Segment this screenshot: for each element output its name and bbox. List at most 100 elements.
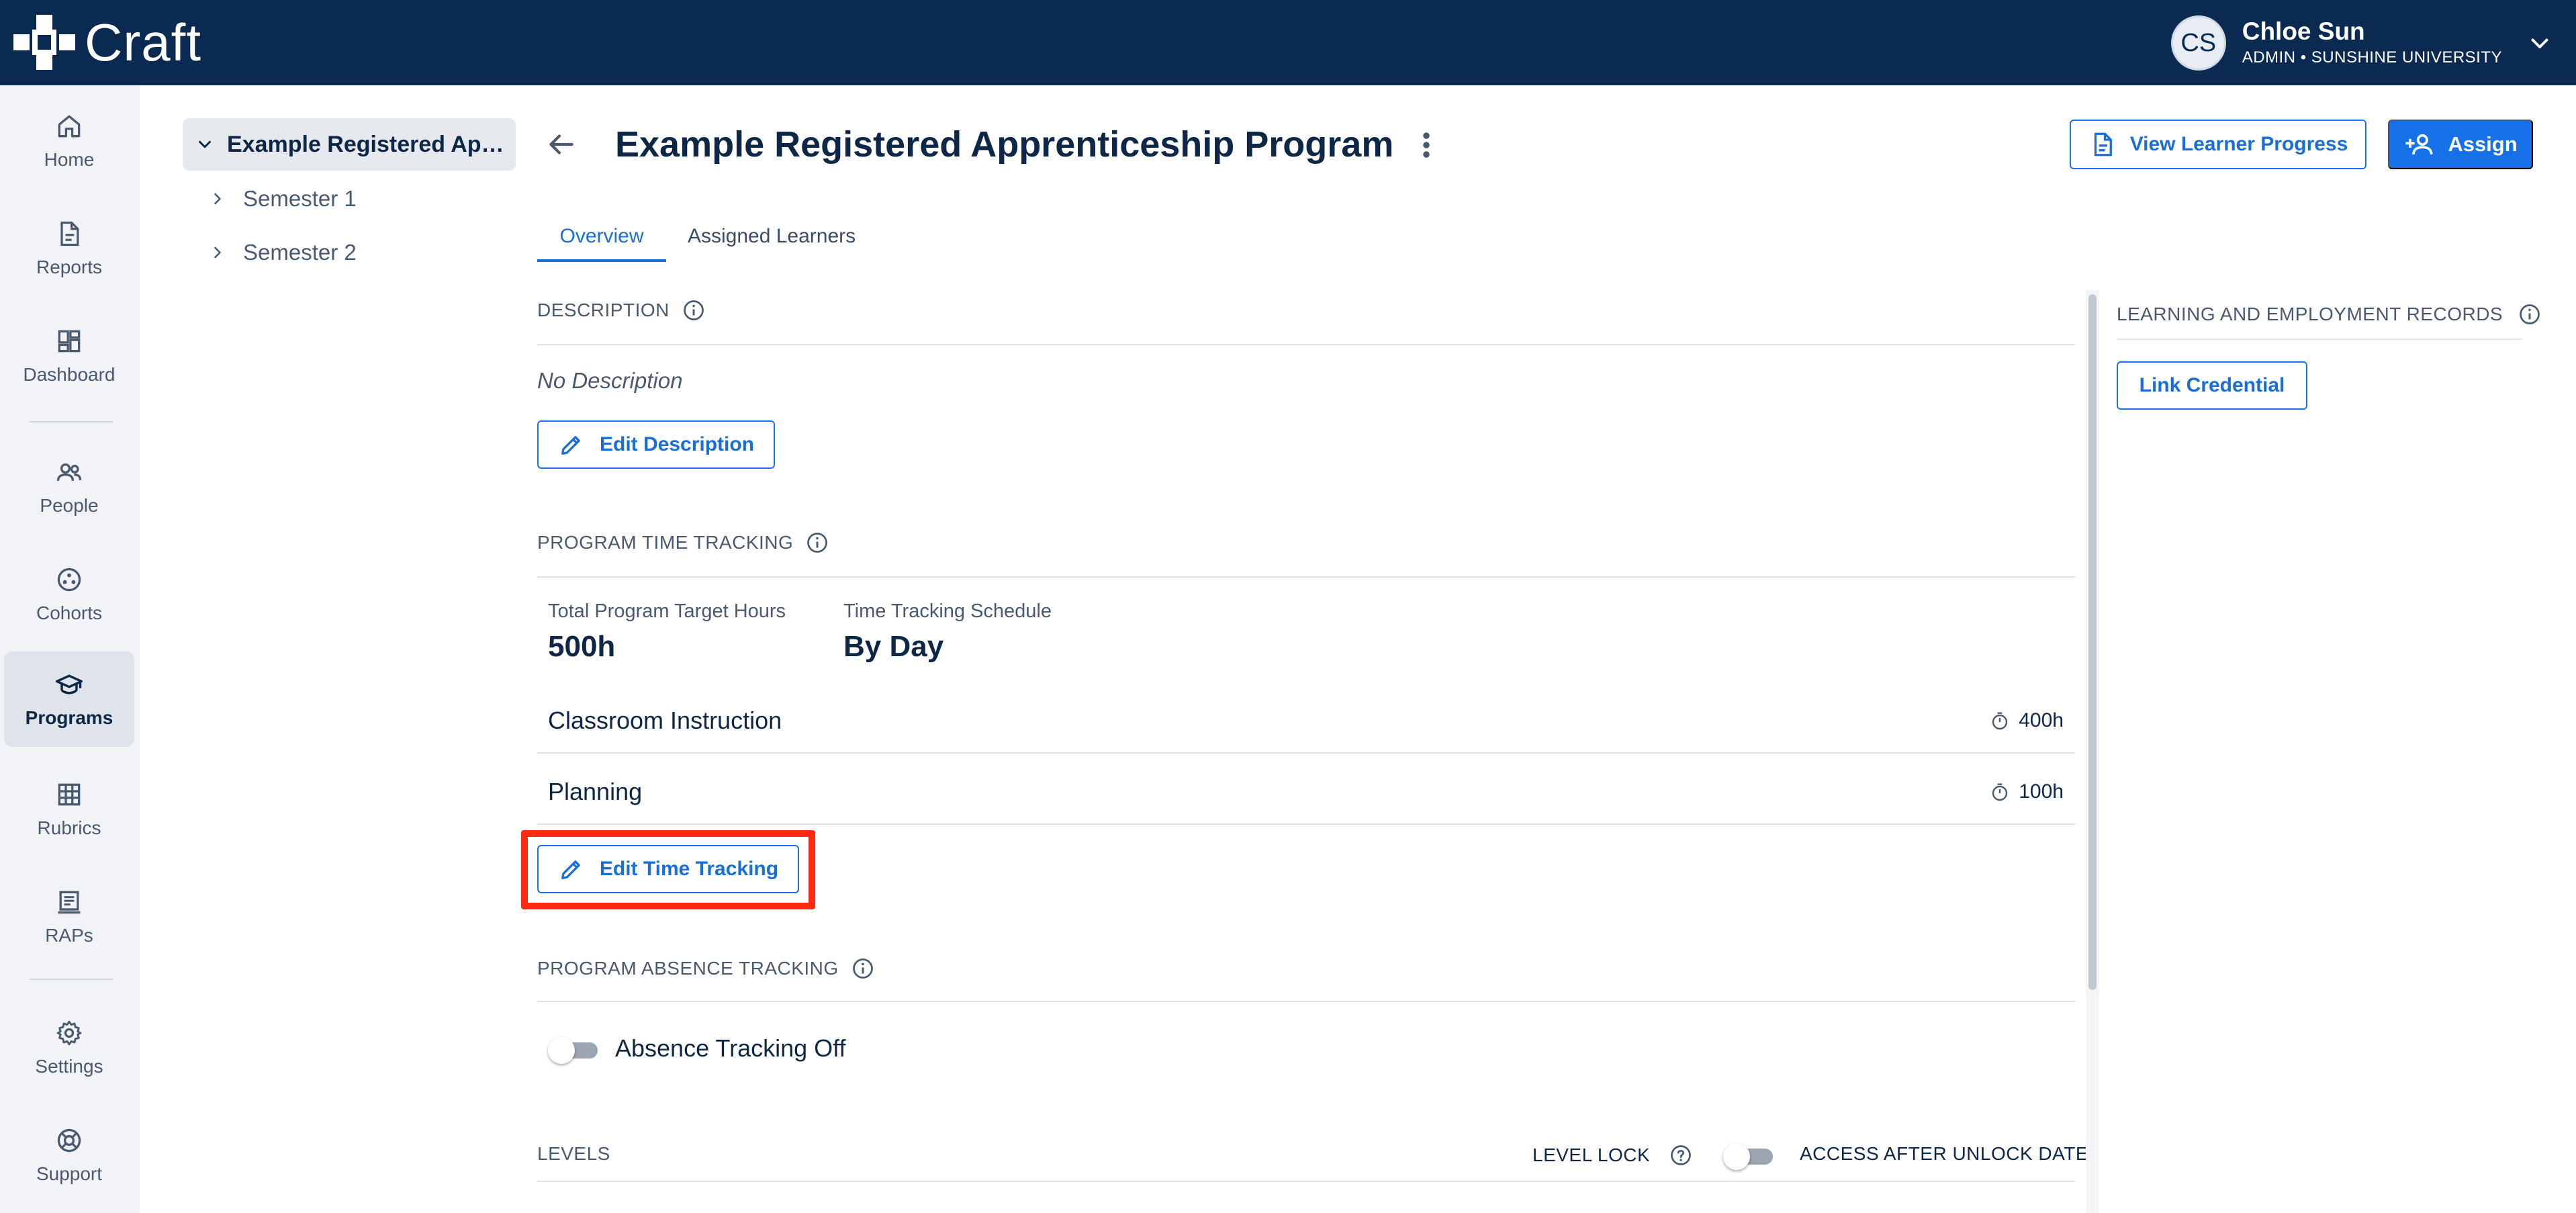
info-icon[interactable] — [682, 298, 706, 322]
time-category-hours-value: 400h — [2019, 709, 2064, 731]
nav-programs-label: Programs — [25, 707, 113, 728]
view-learner-progress-button[interactable]: View Learner Progress — [2070, 120, 2366, 169]
help-icon[interactable] — [1669, 1143, 1693, 1167]
tree-child-label: Semester 2 — [243, 240, 357, 265]
link-credential-button[interactable]: Link Credential — [2117, 361, 2307, 410]
left-nav: Home Reports Dashboard People Cohorts Pr… — [0, 85, 140, 1213]
divider — [537, 1001, 2075, 1002]
time-category-hours: 100h — [1989, 780, 2064, 803]
schedule-value: By Day — [843, 630, 944, 663]
level-lock-text: LEVEL LOCK — [1532, 1144, 1651, 1165]
pencil-icon — [561, 436, 580, 455]
dashboard-icon — [58, 330, 81, 353]
target-hours-value: 500h — [548, 630, 616, 663]
grid-icon — [58, 783, 81, 806]
time-tracking-heading: PROGRAM TIME TRACKING — [537, 532, 794, 553]
target-hours-label: Total Program Target Hours — [548, 600, 786, 622]
view-learner-progress-label: View Learner Progress — [2129, 133, 2348, 155]
edit-description-label: Edit Description — [599, 433, 755, 455]
nav-home[interactable]: Home — [4, 93, 134, 189]
user-name: Chloe Sun — [2242, 17, 2365, 45]
scrollbar-thumb[interactable] — [2088, 294, 2097, 990]
chevron-down-icon[interactable] — [195, 134, 215, 154]
nav-reports[interactable]: Reports — [4, 201, 134, 296]
highlight-box — [521, 830, 815, 909]
absence-heading: PROGRAM ABSENCE TRACKING — [537, 958, 839, 979]
divider — [537, 752, 2075, 754]
nav-support-label: Support — [36, 1163, 103, 1184]
absence-tracking-label: Absence Tracking Off — [615, 1034, 846, 1062]
nav-cohorts[interactable]: Cohorts — [4, 547, 134, 642]
craft-logo[interactable]: Craft — [13, 15, 201, 70]
more-options-icon[interactable] — [1413, 129, 1440, 161]
records-heading: LEARNING AND EMPLOYMENT RECORDS — [2117, 304, 2503, 324]
time-category-hours-value: 100h — [2019, 780, 2064, 803]
assign-label: Assign — [2448, 132, 2518, 156]
chevron-right-icon[interactable] — [208, 243, 227, 262]
time-category-name: Classroom Instruction — [548, 707, 782, 734]
cohorts-icon — [57, 568, 81, 592]
time-tracking-section-label: PROGRAM TIME TRACKING — [537, 531, 829, 555]
nav-people[interactable]: People — [4, 439, 134, 535]
access-after-unlock-label: ACCESS AFTER UNLOCK DATE — [1800, 1143, 2089, 1164]
nav-dashboard[interactable]: Dashboard — [4, 308, 134, 404]
nav-rubrics[interactable]: Rubrics — [4, 762, 134, 857]
nav-raps[interactable]: RAPs — [4, 869, 134, 964]
back-arrow-icon[interactable] — [544, 128, 578, 161]
rap-icon — [58, 891, 81, 914]
stopwatch-icon — [1992, 712, 2008, 730]
stopwatch-icon — [1992, 783, 2008, 801]
report-icon — [60, 221, 79, 246]
levels-heading: LEVELS — [537, 1143, 610, 1164]
divider — [537, 823, 2075, 825]
info-icon[interactable] — [805, 531, 829, 555]
graduation-cap-icon — [55, 674, 83, 694]
nav-dashboard-label: Dashboard — [23, 364, 116, 385]
user-role: ADMIN • SUNSHINE UNIVERSITY — [2242, 48, 2502, 66]
nav-rubrics-label: Rubrics — [37, 817, 101, 838]
description-section-label: DESCRIPTION — [537, 298, 706, 322]
info-icon[interactable] — [851, 956, 875, 981]
nav-support[interactable]: Support — [4, 1108, 134, 1203]
link-credential-label: Link Credential — [2139, 374, 2285, 396]
absence-section-label: PROGRAM ABSENCE TRACKING — [537, 956, 875, 981]
level-lock-label: LEVEL LOCK — [1532, 1143, 1693, 1167]
divider — [2117, 339, 2522, 340]
people-icon — [56, 463, 82, 481]
nav-cohorts-label: Cohorts — [36, 602, 103, 623]
top-bar: Craft CS Chloe Sun ADMIN • SUNSHINE UNIV… — [0, 0, 2576, 85]
divider — [537, 576, 2075, 578]
time-category-name: Planning — [548, 778, 643, 805]
nav-people-label: People — [40, 495, 99, 516]
nav-settings-label: Settings — [35, 1056, 103, 1077]
tree-item-semester-2[interactable]: Semester 2 — [208, 234, 357, 271]
chevron-down-icon[interactable] — [2528, 31, 2552, 55]
nav-divider — [30, 979, 113, 980]
absence-tracking-toggle[interactable] — [548, 1036, 600, 1064]
description-text: No Description — [537, 368, 683, 393]
chevron-right-icon[interactable] — [208, 189, 227, 208]
craft-logo-icon — [13, 15, 75, 70]
tab-overview[interactable]: Overview — [537, 222, 666, 262]
edit-description-button[interactable]: Edit Description — [537, 420, 775, 469]
document-icon — [2094, 132, 2112, 156]
tree-root-label: Example Registered Apprenticeship Progra… — [227, 131, 516, 157]
nav-divider — [30, 421, 113, 422]
tab-assigned-learners[interactable]: Assigned Learners — [688, 222, 856, 262]
divider — [537, 1181, 2075, 1182]
records-section-label: LEARNING AND EMPLOYMENT RECORDS — [2117, 302, 2542, 326]
nav-raps-label: RAPs — [45, 925, 93, 946]
tree-item-program[interactable]: Example Registered Apprenticeship Progra… — [183, 118, 516, 171]
user-menu[interactable]: CS Chloe Sun ADMIN • SUNSHINE UNIVERSITY — [2170, 15, 2552, 71]
nav-settings[interactable]: Settings — [4, 1000, 134, 1095]
assign-button[interactable]: Assign — [2388, 120, 2533, 169]
info-icon[interactable] — [2518, 302, 2542, 326]
tree-item-semester-1[interactable]: Semester 1 — [208, 180, 357, 218]
avatar[interactable]: CS — [2170, 15, 2226, 71]
description-heading: DESCRIPTION — [537, 300, 670, 320]
level-lock-toggle[interactable] — [1723, 1142, 1776, 1170]
nav-programs[interactable]: Programs — [4, 652, 134, 747]
page-title: Example Registered Apprenticeship Progra… — [615, 124, 1394, 165]
app-name: Craft — [85, 13, 202, 72]
gear-icon — [56, 1020, 82, 1046]
